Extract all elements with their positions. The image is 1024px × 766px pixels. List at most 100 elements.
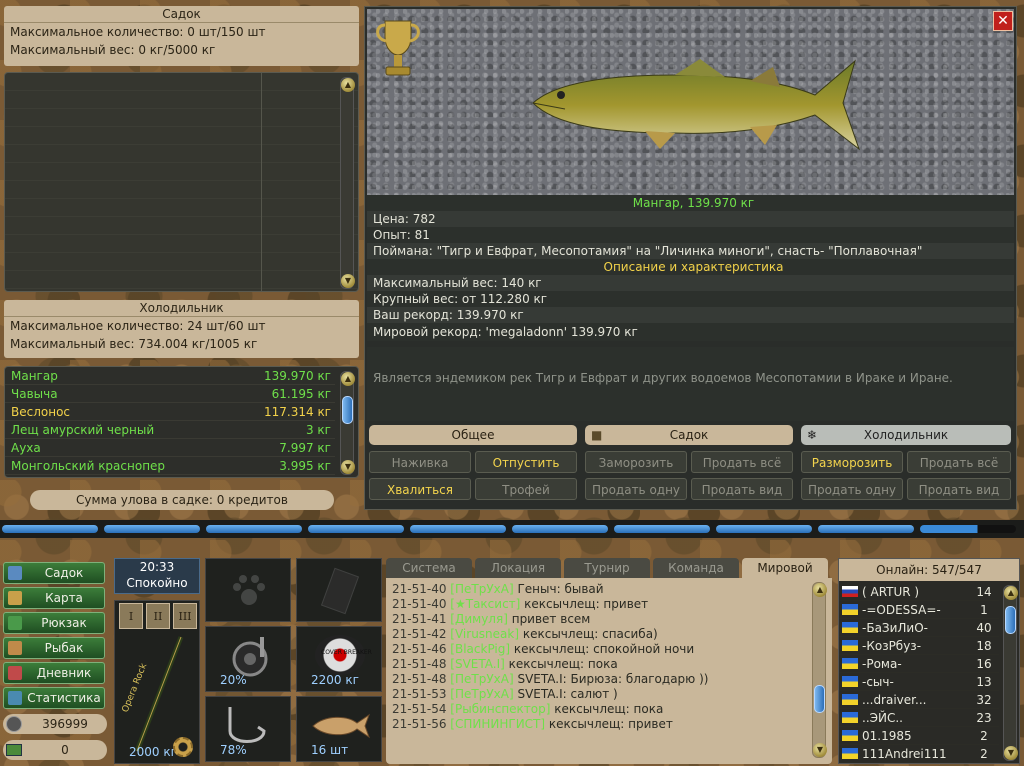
fish-weight: 117.314 кг	[264, 405, 331, 419]
slot-empty-1[interactable]	[205, 558, 291, 622]
online-scrollbar[interactable]: ▲ ▼	[1003, 585, 1018, 761]
tab-sadok[interactable]: ■ Садок	[585, 425, 793, 445]
fish-list-row[interactable]: Ауха 7.997 кг	[5, 439, 335, 457]
fish-name: Мангар	[11, 369, 58, 383]
chat-user[interactable]: [Рыбинспектор]	[450, 702, 550, 716]
rod-slot-3[interactable]: III	[173, 603, 197, 629]
chat-user[interactable]: [ПеТрУхА]	[450, 582, 513, 596]
bait-button[interactable]: Наживка	[369, 451, 471, 473]
fridge-sell-kind-button[interactable]: Продать вид	[907, 478, 1011, 500]
sell-one-button[interactable]: Продать одну	[585, 478, 687, 500]
chat-tab[interactable]: Система	[386, 558, 472, 578]
menu-button-diary[interactable]: Дневник	[3, 662, 105, 684]
scroll-down-icon[interactable]: ▼	[341, 274, 355, 288]
sell-kind-button[interactable]: Продать вид	[691, 478, 793, 500]
player-level: 16	[976, 657, 992, 671]
bait-slot[interactable]: 16 шт	[296, 696, 382, 762]
menu-button-stats[interactable]: Статистика	[3, 687, 105, 709]
hook-slot[interactable]: 78%	[205, 696, 291, 762]
chat-message: 21-51-48 [SVETA.I] кексычлещ: пока	[392, 657, 802, 672]
online-title: Онлайн: 547/547	[839, 559, 1019, 581]
online-player-row[interactable]: -КозРбуз- 18	[839, 637, 999, 655]
reel-caption: 20%	[220, 673, 247, 687]
sadok-list[interactable]: ▲ ▼	[4, 72, 359, 292]
trophy-cup-icon	[376, 20, 420, 76]
chat-user[interactable]: [Virusneak]	[450, 627, 519, 641]
menu-button-fisherman[interactable]: Рыбак	[3, 637, 105, 659]
sadok-list-scrollbar[interactable]: ▲ ▼	[340, 77, 355, 289]
scroll-up-icon[interactable]: ▲	[341, 78, 355, 92]
release-button[interactable]: Отпустить	[475, 451, 577, 473]
fridge-sell-all-button[interactable]: Продать всё	[907, 451, 1011, 473]
chat-message: 21-51-40 [★Таксист] кексычлещ: привет	[392, 597, 802, 612]
scroll-thumb[interactable]	[814, 685, 825, 713]
brag-button[interactable]: Хвалиться	[369, 478, 471, 500]
online-player-row[interactable]: -сыч- 13	[839, 673, 999, 691]
fish-list-row[interactable]: Лещ амурский черный 3 кг	[5, 421, 335, 439]
unfreeze-button[interactable]: Разморозить	[801, 451, 903, 473]
scroll-thumb[interactable]	[342, 396, 353, 424]
chat-user[interactable]: [ПеТрУхА]	[450, 687, 513, 701]
fridge-list-scrollbar[interactable]: ▲ ▼	[340, 371, 355, 475]
menu-button-backpack[interactable]: Рюкзак	[3, 612, 105, 634]
rod-slot-1[interactable]: I	[119, 603, 143, 629]
scroll-up-icon[interactable]: ▲	[813, 583, 827, 597]
online-player-row[interactable]: 01.1985 2	[839, 727, 999, 745]
trophy-button[interactable]: Трофей	[475, 478, 577, 500]
tab-general[interactable]: Общее	[369, 425, 577, 445]
scroll-up-icon[interactable]: ▲	[341, 372, 355, 386]
progress-segment	[818, 525, 914, 533]
tab-fridge-label: Холодильник	[863, 428, 949, 442]
rod-slot-2[interactable]: II	[146, 603, 170, 629]
sell-all-button[interactable]: Продать всё	[691, 451, 793, 473]
fish-list-row[interactable]: Веслонос 117.314 кг	[5, 403, 335, 421]
online-player-row[interactable]: 111Andrei111 2	[839, 745, 999, 763]
chat-time: 21-51-54	[392, 702, 451, 716]
chat-user[interactable]: [SVETA.I]	[450, 657, 505, 671]
progress-segment	[2, 525, 98, 533]
line-slot[interactable]: COVER BREAKER 2200 кг	[296, 626, 382, 692]
scroll-up-icon[interactable]: ▲	[1004, 586, 1018, 600]
scroll-down-icon[interactable]: ▼	[813, 743, 827, 757]
scroll-down-icon[interactable]: ▼	[1004, 746, 1018, 760]
chat-user[interactable]: [BlackPig]	[450, 642, 510, 656]
freeze-button[interactable]: Заморозить	[585, 451, 687, 473]
online-player-row[interactable]: -БаЗиЛиО- 40	[839, 619, 999, 637]
chat-tab[interactable]: Локация	[475, 558, 561, 578]
fridge-fish-list[interactable]: Мангар 139.970 кг Чавыча 61.195 кг Веслонос 1…	[4, 366, 359, 478]
fish-list-row[interactable]: Монгольский краснопер 3.995 кг	[5, 457, 335, 475]
chat-tab[interactable]: Мировой	[742, 558, 828, 578]
chat-user[interactable]: [ПеТрУхА]	[450, 672, 513, 686]
online-player-row[interactable]: -=ODESSA=- 1	[839, 601, 999, 619]
fish-list-row[interactable]: Чавыча 61.195 кг	[5, 385, 335, 403]
chat-scrollbar[interactable]: ▲ ▼	[812, 582, 827, 758]
menu-button-net[interactable]: Садок	[3, 562, 105, 584]
reel-slot[interactable]: 20%	[205, 626, 291, 692]
gear-settings-icon[interactable]	[173, 737, 193, 757]
flag-ru-icon	[842, 586, 858, 597]
online-player-row[interactable]: ..ЭЙС.. 23	[839, 709, 999, 727]
fish-list-row[interactable]: Мангар 139.970 кг	[5, 367, 335, 385]
close-button[interactable]: ✕	[993, 11, 1013, 31]
chat-tab[interactable]: Команда	[653, 558, 739, 578]
scroll-thumb[interactable]	[1005, 606, 1016, 634]
online-player-row[interactable]: ( ARTUR ) 14	[839, 583, 999, 601]
scroll-down-icon[interactable]: ▼	[341, 460, 355, 474]
menu-button-map[interactable]: Карта	[3, 587, 105, 609]
slot-empty-2[interactable]	[296, 558, 382, 622]
line-brand: COVER BREAKER	[321, 649, 372, 656]
fridge-sell-one-button[interactable]: Продать одну	[801, 478, 903, 500]
tab-fridge[interactable]: ❄ Холодильник	[801, 425, 1011, 445]
fish-big-weight: Крупный вес: от 112.280 кг	[367, 291, 1014, 307]
online-player-row[interactable]: ...draiver... 32	[839, 691, 999, 709]
chat-user[interactable]: [Димуля]	[450, 612, 508, 626]
chat-log[interactable]: 21-51-40 [ПеТрУхА] Геныч: бывай 21-51-40 …	[386, 578, 832, 764]
online-player-row[interactable]: -Рома- 16	[839, 655, 999, 673]
banknote-icon	[6, 744, 22, 756]
menu-button-label: Рыбак	[44, 641, 84, 655]
chat-user[interactable]: [СПИНИНГИСТ]	[450, 717, 545, 731]
chat-user[interactable]: [★Таксист]	[450, 597, 520, 611]
chat-tab[interactable]: Турнир	[564, 558, 650, 578]
menu-button-label: Карта	[45, 591, 83, 605]
clock-panel: 20:33 Спокойно	[114, 558, 200, 594]
